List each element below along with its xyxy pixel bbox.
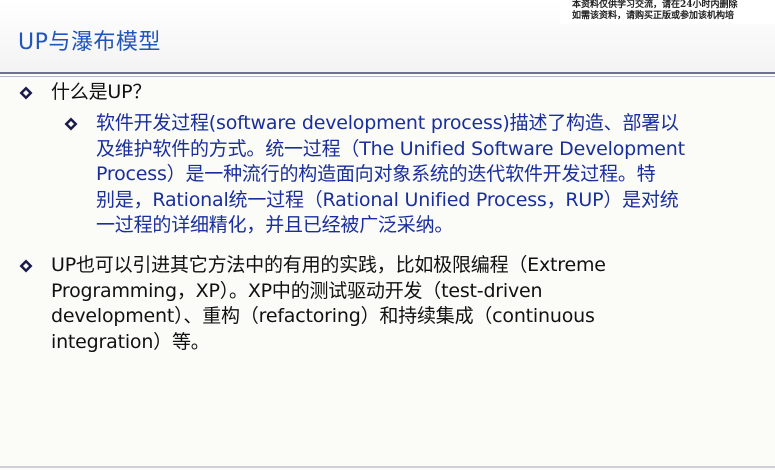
bullet-2-line: Programming，XP）。XP中的测试驱动开发（test-driven [51, 279, 543, 302]
slide-title: UP与瀑布模型 [18, 30, 161, 55]
sub-bullet-line: 软件开发过程(software development process)描述了构… [96, 112, 679, 134]
bullet-1-line: 什么是UP？ [51, 81, 152, 103]
diamond-bullet-icon [64, 117, 78, 131]
sub-bullet-line: Process）是一种流行的构造面向对象系统的迭代软件开发过程。特 [96, 163, 656, 186]
sub-bullet-line: 一过程的详细精化，并且已经被广泛采纳。 [96, 214, 454, 237]
sub-bullet-line: 别是，Rational统一过程（Rational Unified Process… [96, 188, 679, 211]
sub-bullet-text: 软件开发过程(software development process)描述了构… [96, 111, 685, 239]
watermark-notice: 本资料仅供学习交流，请在24小时内删除 如需该资料，请购买正版或参加该机构培 [560, 0, 775, 24]
bullet-1-text: 什么是UP？ [51, 80, 151, 106]
sub-bullet-line: 及维护软件的方式。统一过程（The Unified Software Devel… [96, 137, 685, 160]
watermark-line-2: 如需该资料，请购买正版或参加该机构培 [572, 11, 735, 21]
bullet-2-text: UP也可以引进其它方法中的有用的实践，比如极限编程（Extreme Progra… [51, 253, 606, 355]
bullet-2-line: integration）等。 [51, 330, 210, 353]
title-divider [0, 72, 775, 74]
title-divider-thin [0, 76, 775, 77]
slide-bottom-border [0, 466, 775, 468]
bullet-2-line: UP也可以引进其它方法中的有用的实践，比如极限编程（Extreme [51, 254, 606, 276]
bullet-2-line: development）、重构（refactoring）和持续集成（contin… [51, 305, 595, 328]
watermark-line-1: 本资料仅供学习交流，请在24小时内删除 [572, 0, 738, 10]
diamond-bullet-icon [19, 259, 33, 273]
diamond-bullet-icon [19, 86, 33, 100]
